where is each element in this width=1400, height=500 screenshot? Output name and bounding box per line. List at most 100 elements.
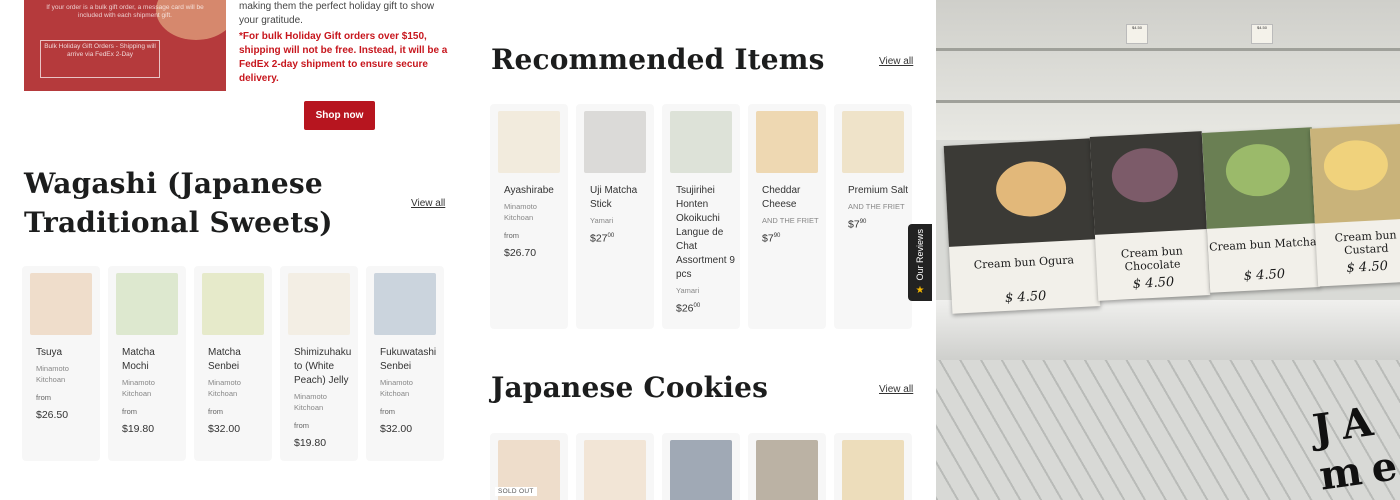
product-card[interactable]: Shimizuhaku to (White Peach) Jelly Minam…: [280, 266, 358, 461]
product-card[interactable]: [662, 433, 740, 500]
price-from-label: from: [380, 407, 395, 416]
product-info: Shimizuhaku to (White Peach) Jelly Minam…: [294, 346, 354, 450]
product-info: Matcha Senbei Minamoto Kitchoan from $32…: [208, 346, 268, 436]
middle-column: Recommended Items View all Ayashirabe Mi…: [466, 0, 936, 500]
wagashi-view-all-link[interactable]: View all: [411, 198, 445, 209]
product-vendor: Minamoto Kitchoan: [122, 378, 155, 398]
recommended-section-title: Recommended Items: [491, 43, 825, 76]
product-card[interactable]: Uji Matcha Stick Yamari $2700: [576, 104, 654, 329]
product-info: Cheddar Cheese AND THE FRIET $790: [762, 184, 822, 246]
shelf-price-sign: $4.50: [1126, 24, 1148, 44]
product-thumbnail: [30, 273, 92, 335]
product-card[interactable]: Matcha Mochi Minamoto Kitchoan from $19.…: [108, 266, 186, 461]
cookies-section-title: Japanese Cookies: [491, 371, 769, 404]
product-name[interactable]: Premium Salt: [848, 184, 908, 198]
product-card[interactable]: [834, 433, 912, 500]
product-thumbnail: [374, 273, 436, 335]
product-thumbnail: [842, 111, 904, 173]
product-thumbnail: [116, 273, 178, 335]
product-price: $19.80: [294, 437, 327, 449]
product-card[interactable]: [748, 433, 826, 500]
holiday-promo-image: If your order is a bulk gift order, a me…: [24, 0, 226, 91]
shelf-edge: [936, 100, 1400, 103]
bun-name: Cream bun Matcha: [1208, 235, 1317, 254]
product-thumbnail: [756, 440, 818, 500]
price-from-label: from: [122, 407, 137, 416]
price-card-custard: Cream bun Custard $ 4.50: [1309, 123, 1400, 287]
product-thumbnail: [498, 111, 560, 173]
recommended-view-all-link[interactable]: View all: [879, 56, 913, 67]
cookies-view-all-link[interactable]: View all: [879, 384, 913, 395]
product-card[interactable]: Tsuya Minamoto Kitchoan from $26.50: [22, 266, 100, 461]
shop-now-button[interactable]: Shop now: [304, 101, 375, 130]
product-name[interactable]: Shimizuhaku to (White Peach) Jelly: [294, 346, 354, 388]
price-cents: 00: [607, 233, 615, 239]
product-card[interactable]: Tsujirihei Honten Okoikuchi Langue de Ch…: [662, 104, 740, 329]
shelf-price-sign: $4.50: [1251, 24, 1273, 44]
product-price: $32.00: [208, 423, 241, 435]
bun-price: $ 4.50: [1243, 266, 1286, 284]
sold-out-badge: SOLD OUT: [495, 487, 537, 496]
product-name[interactable]: Uji Matcha Stick: [590, 184, 650, 212]
price-main: $26: [676, 302, 694, 315]
price-from-label: from: [294, 421, 309, 430]
product-card[interactable]: SOLD OUT: [490, 433, 568, 500]
product-card[interactable]: [576, 433, 654, 500]
price-from-label: from: [504, 231, 519, 240]
promo-shipping-note: *For bulk Holiday Gift orders over $150,…: [239, 31, 448, 84]
product-card[interactable]: Cheddar Cheese AND THE FRIET $790: [748, 104, 826, 329]
bun-price: $ 4.50: [1346, 258, 1389, 276]
product-vendor: Minamoto Kitchoan: [208, 378, 241, 398]
product-card[interactable]: Ayashirabe Minamoto Kitchoan from $26.70: [490, 104, 568, 329]
product-price: $19.80: [122, 423, 155, 435]
product-price: $790: [762, 229, 822, 246]
store-logo-text: JA me: [1309, 396, 1400, 500]
product-name[interactable]: Tsuya: [36, 346, 96, 360]
product-card[interactable]: Matcha Senbei Minamoto Kitchoan from $32…: [194, 266, 272, 461]
product-info: Matcha Mochi Minamoto Kitchoan from $19.…: [122, 346, 182, 436]
product-name[interactable]: Tsujirihei Honten Okoikuchi Langue de Ch…: [676, 184, 736, 282]
product-info: Ayashirabe Minamoto Kitchoan from $26.70: [504, 184, 564, 260]
price-cents: 90: [773, 233, 781, 239]
product-price: $26.70: [504, 247, 537, 259]
product-vendor: Minamoto Kitchoan: [380, 378, 413, 398]
price-card-ogura: Cream bun Ogura $ 4.50: [943, 138, 1101, 314]
product-card[interactable]: Premium Salt AND THE FRIET $790: [834, 104, 912, 329]
product-thumbnail: [670, 111, 732, 173]
bun-name: Cream bun Custard: [1334, 228, 1397, 258]
price-card-chocolate: Cream bun Chocolate $ 4.50: [1089, 131, 1211, 301]
product-name[interactable]: Matcha Senbei: [208, 346, 268, 374]
product-name[interactable]: Fukuwatashi Senbei: [380, 346, 440, 374]
price-from-label: from: [208, 407, 223, 416]
price-main: $27: [590, 232, 608, 245]
product-price: $32.00: [380, 423, 413, 435]
reviews-tab[interactable]: Our Reviews ★: [908, 224, 932, 301]
bun-name: Cream bun Ogura: [973, 253, 1075, 272]
product-vendor: AND THE FRIET: [762, 216, 819, 225]
bun-name: Cream bun Chocolate: [1120, 244, 1184, 274]
product-thumbnail: [584, 111, 646, 173]
bun-price: $ 4.50: [1004, 288, 1047, 306]
wagashi-section-title: Wagashi (Japanese Traditional Sweets): [24, 167, 333, 239]
product-vendor: Yamari: [676, 286, 700, 295]
reviews-tab-label: Our Reviews: [915, 229, 925, 281]
product-name[interactable]: Cheddar Cheese: [762, 184, 822, 212]
price-card-matcha: Cream bun Matcha $ 4.50: [1201, 127, 1321, 293]
product-price: $790: [848, 215, 908, 232]
bun-price: $ 4.50: [1132, 274, 1175, 292]
product-thumbnail: [584, 440, 646, 500]
product-thumbnail: [670, 440, 732, 500]
price-main: $7: [762, 232, 774, 245]
product-vendor: Yamari: [590, 216, 614, 225]
product-thumbnail: [288, 273, 350, 335]
product-vendor: AND THE FRIET: [848, 202, 905, 211]
product-name[interactable]: Matcha Mochi: [122, 346, 182, 374]
promo-image-text: If your order is a bulk gift order, a me…: [46, 4, 204, 19]
product-vendor: Minamoto Kitchoan: [294, 392, 327, 412]
product-info: Tsuya Minamoto Kitchoan from $26.50: [36, 346, 96, 422]
product-card[interactable]: Fukuwatashi Senbei Minamoto Kitchoan fro…: [366, 266, 444, 461]
star-icon: ★: [915, 285, 925, 296]
price-cents: 90: [859, 219, 867, 225]
product-info: Fukuwatashi Senbei Minamoto Kitchoan fro…: [380, 346, 440, 436]
product-name[interactable]: Ayashirabe: [504, 184, 564, 198]
